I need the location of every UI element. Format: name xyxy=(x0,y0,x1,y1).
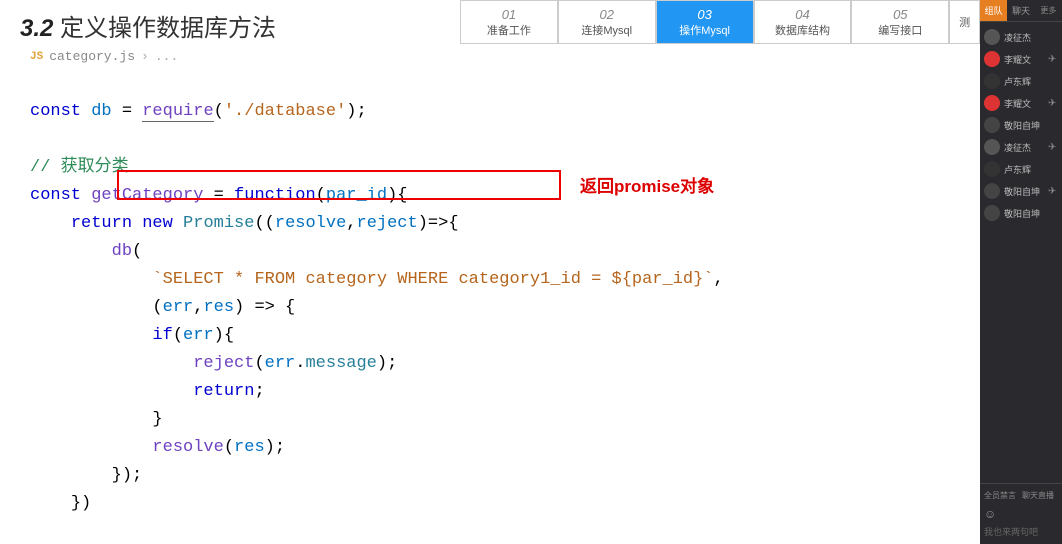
sidebar-tab-team[interactable]: 组队 xyxy=(980,0,1007,21)
avatar xyxy=(984,51,1000,67)
sidebar-tab-chat[interactable]: 聊天 xyxy=(1007,0,1034,21)
annotation-text: 返回promise对象 xyxy=(580,172,714,197)
tab-06[interactable]: 测 xyxy=(949,0,980,44)
breadcrumb-rest: ... xyxy=(155,49,178,64)
breadcrumb-sep: › xyxy=(141,49,149,64)
plane-icon xyxy=(1048,164,1058,174)
user-name: 敬阳自坤 xyxy=(1004,119,1040,132)
opt-live[interactable]: 聊天直播 xyxy=(1022,490,1054,501)
avatar xyxy=(984,183,1000,199)
user-name: 凌征杰 xyxy=(1004,31,1031,44)
code-editor[interactable]: const db = require('./database'); // 获取分… xyxy=(0,70,1062,518)
user-row[interactable]: 敬阳自坤 xyxy=(982,202,1060,224)
user-row[interactable]: 卢东辉 xyxy=(982,158,1060,180)
sidebar-tabs: 组队 聊天 更多 xyxy=(980,0,1062,22)
sidebar-tab-more[interactable]: 更多 xyxy=(1035,0,1062,21)
avatar xyxy=(984,139,1000,155)
js-file-icon: JS xyxy=(30,51,43,63)
tab-02[interactable]: 02连接Mysql xyxy=(558,0,656,44)
user-list: 凌征杰李耀文✈卢东辉李耀文✈敬阳自坤凌征杰✈卢东辉敬阳自坤✈敬阳自坤 xyxy=(980,22,1062,228)
tab-04[interactable]: 04数据库结构 xyxy=(754,0,852,44)
user-name: 凌征杰 xyxy=(1004,141,1031,154)
chat-input-placeholder[interactable]: 我也来两句吧 xyxy=(984,525,1058,538)
avatar xyxy=(984,205,1000,221)
user-row[interactable]: 李耀文 ✈ xyxy=(982,92,1060,114)
user-name: 敬阳自坤 xyxy=(1004,207,1040,220)
progress-tabs: 01准备工作 02连接Mysql 03操作Mysql 04数据库结构 05编写接… xyxy=(460,0,980,44)
breadcrumb: JS category.js › ... xyxy=(0,47,1062,70)
user-row[interactable]: 凌征杰 xyxy=(982,26,1060,48)
emoji-icon[interactable]: ☺ xyxy=(984,507,996,521)
user-row[interactable]: 李耀文 ✈ xyxy=(982,48,1060,70)
avatar xyxy=(984,29,1000,45)
sidebar-footer: 全员禁言聊天直播 ☺ 我也来两句吧 xyxy=(980,483,1062,544)
user-row[interactable]: 卢东辉 xyxy=(982,70,1060,92)
avatar xyxy=(984,95,1000,111)
plane-icon xyxy=(1048,32,1058,42)
plane-icon: ✈ xyxy=(1048,54,1058,64)
chat-sidebar: 组队 聊天 更多 凌征杰李耀文✈卢东辉李耀文✈敬阳自坤凌征杰✈卢东辉敬阳自坤✈敬… xyxy=(980,0,1062,544)
user-name: 敬阳自坤 xyxy=(1004,185,1040,198)
plane-icon xyxy=(1048,76,1058,86)
plane-icon: ✈ xyxy=(1048,98,1058,108)
tab-01[interactable]: 01准备工作 xyxy=(460,0,558,44)
avatar xyxy=(984,117,1000,133)
avatar xyxy=(984,73,1000,89)
tab-03[interactable]: 03操作Mysql xyxy=(656,0,754,44)
user-name: 卢东辉 xyxy=(1004,75,1031,88)
breadcrumb-file[interactable]: category.js xyxy=(49,49,135,64)
tab-05[interactable]: 05编写接口 xyxy=(851,0,949,44)
plane-icon xyxy=(1048,120,1058,130)
plane-icon: ✈ xyxy=(1048,186,1058,196)
plane-icon xyxy=(1048,208,1058,218)
user-row[interactable]: 敬阳自坤 ✈ xyxy=(982,180,1060,202)
avatar xyxy=(984,161,1000,177)
section-number: 3.2 xyxy=(20,15,53,42)
opt-mute[interactable]: 全员禁言 xyxy=(984,490,1016,501)
user-name: 李耀文 xyxy=(1004,53,1031,66)
user-row[interactable]: 敬阳自坤 xyxy=(982,114,1060,136)
user-name: 卢东辉 xyxy=(1004,163,1031,176)
section-title: 定义操作数据库方法 xyxy=(60,15,276,42)
user-name: 李耀文 xyxy=(1004,97,1031,110)
plane-icon: ✈ xyxy=(1048,142,1058,152)
user-row[interactable]: 凌征杰 ✈ xyxy=(982,136,1060,158)
